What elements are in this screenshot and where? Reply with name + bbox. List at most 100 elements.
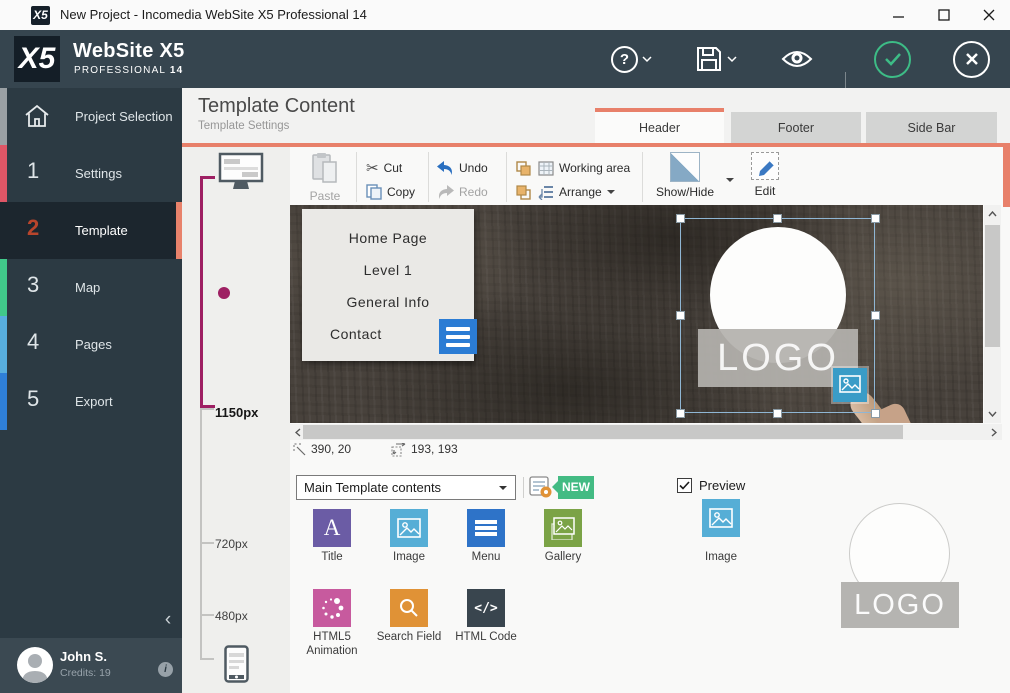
horizontal-scrollbar[interactable] [290,424,1002,440]
object-settings-icon[interactable] [529,476,553,499]
step-number: 5 [27,386,39,412]
selection-handle-n[interactable] [773,214,782,223]
toolbar-separator [642,152,643,202]
ok-button[interactable] [874,30,911,88]
code-icon: </> [474,601,497,616]
bring-forward-icon [516,161,531,176]
selection-handle-s[interactable] [773,409,782,418]
save-menu-button[interactable] [695,30,737,88]
show-hide-button[interactable]: Show/Hide [652,150,718,199]
cut-button[interactable]: ✂ Cut [366,156,402,180]
collapse-sidebar-button[interactable]: ‹ [158,610,178,632]
object-title[interactable]: A [313,509,351,547]
slider-handle[interactable] [218,287,230,299]
preview-button[interactable] [781,30,813,88]
controls-divider [523,477,524,498]
selection-handle-ne[interactable] [871,214,880,223]
copy-icon [366,184,382,200]
redo-button[interactable]: Redo [437,180,488,204]
hamburger-menu-icon[interactable] [439,319,477,354]
application-window: X5 New Project - Incomedia WebSite X5 Pr… [0,0,1010,693]
menu-item-general-info[interactable]: General Info [302,287,474,319]
edit-object-button[interactable]: Edit [742,152,788,198]
tab-label: Header [639,121,680,135]
app-header: X5 WebSite X5 PROFESSIONAL 14 ? [0,30,1010,88]
selection-handle-se[interactable] [871,409,880,418]
scroll-down-arrow[interactable] [984,407,1001,421]
exit-button[interactable] [953,30,990,88]
brand-sub-text: PROFESSIONAL [74,65,170,76]
size-readout: 193, 193 [411,442,458,456]
scroll-up-arrow[interactable] [984,207,1001,221]
copy-button[interactable]: Copy [366,180,415,204]
help-menu-button[interactable]: ? [611,30,652,88]
maximize-button[interactable] [921,0,966,30]
minimize-button[interactable] [876,0,921,30]
selection-handle-nw[interactable] [676,214,685,223]
undo-button[interactable]: Undo [437,156,488,180]
sidebar-item-map[interactable]: 3 Map [0,259,182,316]
tab-header[interactable]: Header [595,108,724,143]
selected-object-image[interactable] [702,499,740,537]
gallery-icon [550,516,576,540]
working-area-icon [538,161,554,176]
send-backward-button[interactable] [516,180,531,204]
selected-object-label: Image [683,550,759,564]
object-menu[interactable] [467,509,505,547]
sidebar-item-pages[interactable]: 4 Pages [0,316,182,373]
working-area-button[interactable]: Working area [538,156,630,180]
sidebar-item-export[interactable]: 5 Export [0,373,182,430]
menu-item-level1[interactable]: Level 1 [302,255,474,287]
preview-checkbox-label: Preview [699,478,745,493]
sidebar-item-label: Project Selection [75,88,175,145]
logo-preview-text: LOGO [854,589,946,622]
preview-checkbox[interactable] [677,478,692,493]
slider-active-range[interactable] [200,176,203,408]
selection-handle-w[interactable] [676,311,685,320]
tick-end [200,658,214,660]
step-number: 2 [27,215,39,241]
slider-track[interactable] [200,408,202,660]
vertical-scrollbar[interactable] [984,205,1001,423]
eye-icon [781,48,813,70]
object-gallery[interactable] [544,509,582,547]
object-html-code[interactable]: </> [467,589,505,627]
paste-button[interactable]: Paste [304,152,346,203]
horizontal-scroll-thumb[interactable] [303,425,903,439]
object-html5-animation[interactable] [313,589,351,627]
step-color-strip [0,259,7,316]
avatar[interactable] [17,647,53,683]
home-icon [23,103,51,129]
size-icon [391,443,407,457]
bring-forward-button[interactable] [516,156,531,180]
desktop-monitor-icon [218,152,264,192]
user-name: John S. [60,649,107,664]
object-image[interactable] [390,509,428,547]
selection-handle-e[interactable] [871,311,880,320]
websitex5-logo-icon: X5 [14,36,60,82]
edit-toolbar: Paste ✂ Cut Copy Undo Redo [290,150,1003,205]
sidebar-item-project-selection[interactable]: Project Selection [0,88,182,145]
show-hide-dropdown[interactable] [726,178,734,182]
arrange-button[interactable]: Arrange [538,180,615,204]
vertical-scroll-thumb[interactable] [985,225,1000,347]
tab-footer[interactable]: Footer [731,112,861,143]
selection-rectangle[interactable] [680,218,875,413]
tab-sidebar[interactable]: Side Bar [866,112,997,143]
copy-label: Copy [387,185,415,199]
paste-label: Paste [304,189,346,203]
tab-label: Footer [778,121,814,135]
menu-item-home[interactable]: Home Page [302,223,474,255]
selection-handle-sw[interactable] [676,409,685,418]
sidebar-item-template[interactable]: 2 Template [0,202,182,259]
scroll-right-arrow[interactable] [987,425,1001,439]
object-search-field[interactable] [390,589,428,627]
template-contents-dropdown[interactable]: Main Template contents [296,475,516,500]
info-icon[interactable]: i [158,662,173,677]
close-button[interactable] [966,0,1010,30]
tick-480 [200,614,214,616]
step-color-strip [0,145,7,202]
template-preview-canvas[interactable]: Home Page Level 1 General Info Contact L… [290,205,983,423]
resolution-slider-panel: 1150px 720px 480px [182,147,290,693]
sidebar-item-settings[interactable]: 1 Settings [0,145,182,202]
